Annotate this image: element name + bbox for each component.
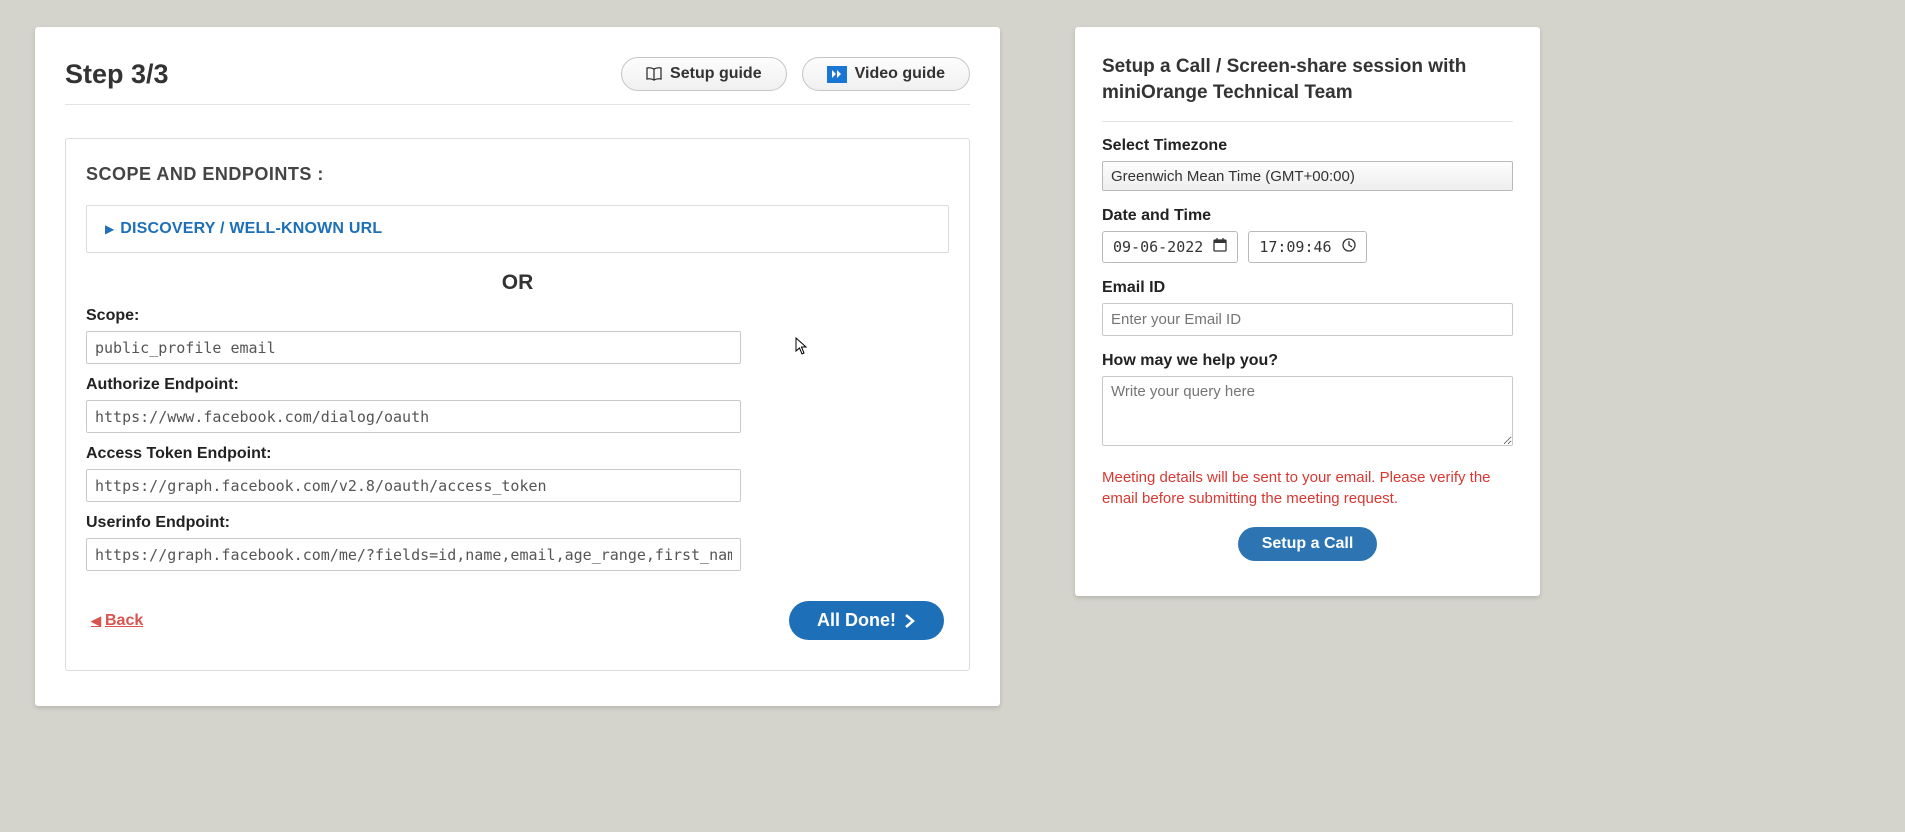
setup-call-card: Setup a Call / Screen-share session with… (1075, 27, 1540, 596)
triangle-right-icon: ▶ (105, 222, 114, 236)
calendar-icon (1213, 238, 1227, 256)
actions-row: ◀ Back All Done! (86, 601, 949, 640)
all-done-label: All Done! (817, 610, 896, 631)
video-guide-label: Video guide (855, 65, 945, 83)
panel-title: SCOPE AND ENDPOINTS : (86, 164, 949, 185)
video-icon (827, 66, 847, 83)
timezone-select[interactable]: Greenwich Mean Time (GMT+00:00) (1102, 161, 1513, 191)
authorize-endpoint-input[interactable] (86, 400, 741, 433)
setup-guide-button[interactable]: Setup guide (621, 57, 787, 91)
all-done-button[interactable]: All Done! (789, 601, 944, 640)
time-value: 17:09:46 (1259, 238, 1331, 256)
access-token-endpoint-input[interactable] (86, 469, 741, 502)
back-label: Back (105, 612, 143, 630)
time-input[interactable]: 17:09:46 (1248, 231, 1366, 263)
email-input[interactable] (1102, 303, 1513, 336)
or-separator: OR (86, 271, 949, 295)
timezone-label: Select Timezone (1102, 137, 1513, 155)
video-guide-button[interactable]: Video guide (802, 57, 970, 91)
header-row: Step 3/3 Setup guide Video guide (65, 57, 970, 105)
timezone-value: Greenwich Mean Time (GMT+00:00) (1111, 168, 1355, 185)
discovery-url-label: DISCOVERY / WELL-KNOWN URL (120, 220, 382, 238)
discovery-url-toggle[interactable]: ▶ DISCOVERY / WELL-KNOWN URL (86, 205, 949, 253)
book-icon (646, 67, 662, 81)
help-label: How may we help you? (1102, 352, 1513, 370)
setup-guide-label: Setup guide (670, 65, 762, 83)
email-label: Email ID (1102, 279, 1513, 297)
back-link[interactable]: ◀ Back (91, 612, 143, 630)
date-input[interactable]: 09-06-2022 (1102, 231, 1238, 263)
scope-endpoints-panel: SCOPE AND ENDPOINTS : ▶ DISCOVERY / WELL… (65, 138, 970, 671)
chevron-right-icon (904, 614, 916, 628)
date-value: 09-06-2022 (1113, 238, 1203, 256)
scope-label: Scope: (86, 307, 949, 325)
datetime-label: Date and Time (1102, 207, 1513, 225)
help-textarea[interactable] (1102, 376, 1513, 446)
authorize-endpoint-label: Authorize Endpoint: (86, 376, 949, 394)
access-token-endpoint-label: Access Token Endpoint: (86, 445, 949, 463)
setup-call-title: Setup a Call / Screen-share session with… (1102, 54, 1513, 122)
scope-input[interactable] (86, 331, 741, 364)
guide-buttons: Setup guide Video guide (621, 57, 970, 91)
setup-call-button[interactable]: Setup a Call (1238, 527, 1378, 561)
clock-icon (1342, 238, 1356, 256)
userinfo-endpoint-input[interactable] (86, 538, 741, 571)
arrow-left-icon: ◀ (91, 613, 101, 629)
userinfo-endpoint-label: Userinfo Endpoint: (86, 514, 949, 532)
main-card: Step 3/3 Setup guide Video guide SCOPE A… (35, 27, 1000, 706)
step-title: Step 3/3 (65, 59, 169, 90)
meeting-warning-text: Meeting details will be sent to your ema… (1102, 467, 1513, 509)
